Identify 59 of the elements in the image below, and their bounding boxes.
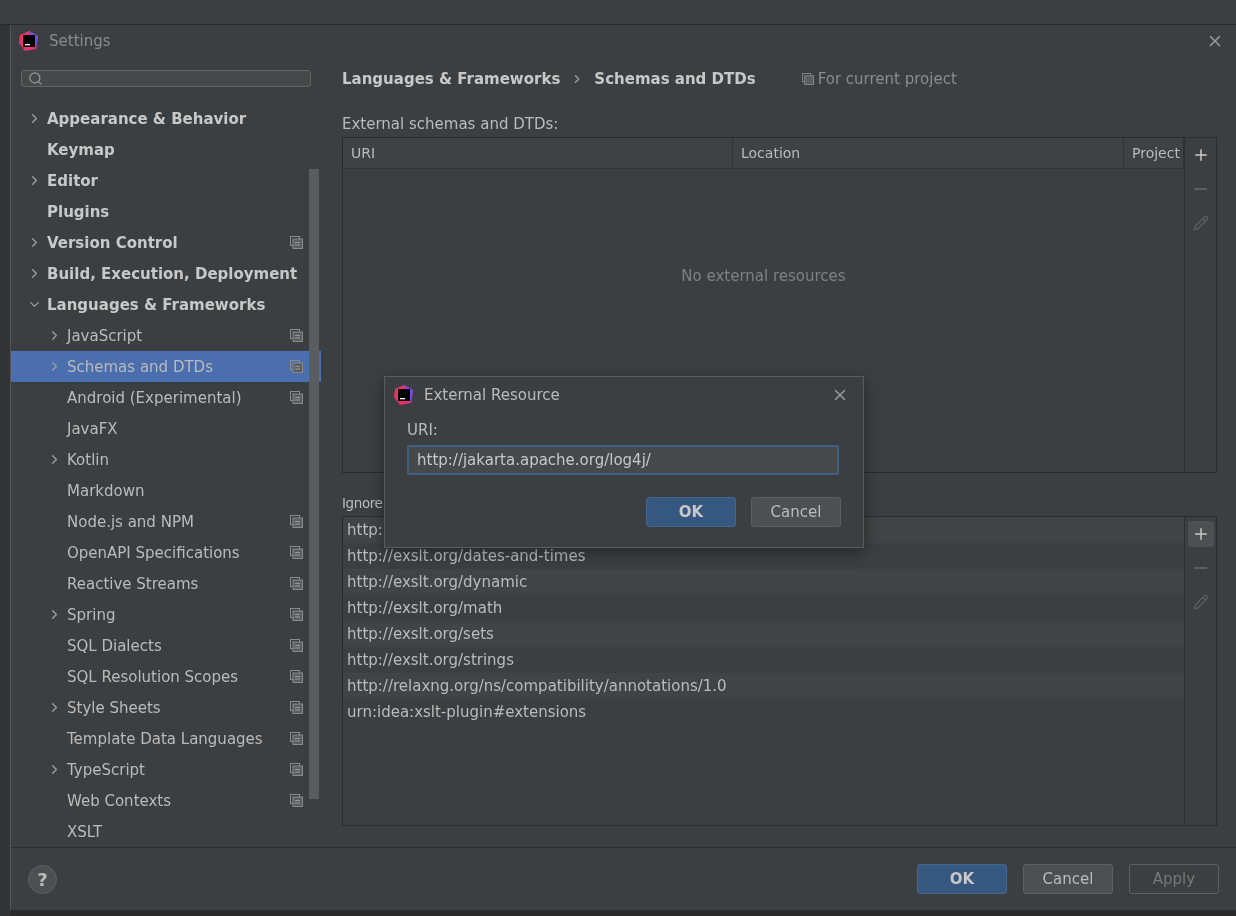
field-label: URI:	[407, 421, 439, 439]
column-header[interactable]: Location	[733, 138, 1124, 168]
sidebar-item[interactable]: Web Contexts	[11, 785, 321, 816]
breadcrumb-item: Schemas and DTDs	[594, 70, 756, 88]
sidebar-item[interactable]: Template Data Languages	[11, 723, 321, 754]
list-item[interactable]: http://exslt.org/sets	[347, 625, 494, 643]
app-logo-icon	[394, 385, 414, 405]
dialog-button[interactable]: Cancel	[1023, 864, 1113, 894]
list-item[interactable]: http://exslt.org/math	[347, 599, 503, 617]
add-button[interactable]	[1187, 521, 1214, 547]
sidebar-item[interactable]: XSLT	[11, 816, 321, 847]
dialog-button[interactable]: OK	[917, 864, 1007, 894]
sidebar-item[interactable]: TypeScript	[11, 754, 321, 785]
sidebar-item[interactable]: JavaFX	[11, 413, 321, 444]
sidebar-item[interactable]: OpenAPI Specifications	[11, 537, 321, 568]
sidebar-item[interactable]: Build, Execution, Deployment	[11, 258, 321, 289]
search-field[interactable]	[21, 70, 311, 87]
sidebar-item[interactable]: JavaScript	[11, 320, 321, 351]
dialog-button[interactable]: Cancel	[751, 497, 841, 527]
sidebar-item[interactable]: Languages & Frameworks	[11, 289, 321, 320]
sidebar-item[interactable]: Node.js and NPM	[11, 506, 321, 537]
window-title: Settings	[49, 32, 111, 50]
minus-icon	[1194, 567, 1207, 569]
list-item[interactable]: http://exslt.org/dates-and-times	[347, 547, 586, 565]
sidebar-item[interactable]: Reactive Streams	[11, 568, 321, 599]
sidebar-item[interactable]: Plugins	[11, 196, 321, 227]
sidebar-item[interactable]: Kotlin	[11, 444, 321, 475]
help-button[interactable]: ?	[28, 864, 57, 894]
list-item[interactable]: http://exslt.org/dynamic	[347, 573, 528, 591]
scrollbar[interactable]	[309, 169, 319, 799]
dialog-button[interactable]: OK	[646, 497, 736, 527]
section-label: Ignore	[342, 495, 383, 510]
sidebar-item[interactable]: Editor	[11, 165, 321, 196]
sidebar-item[interactable]: Appearance & Behavior	[11, 103, 321, 134]
sidebar-item[interactable]: Keymap	[11, 134, 321, 165]
empty-message: No external resources	[681, 266, 846, 285]
uri-input-field[interactable]: http://jakarta.apache.org/log4j/	[407, 445, 839, 475]
dialog-title: External Resource	[424, 386, 560, 404]
pencil-icon	[1192, 594, 1209, 610]
list-item[interactable]: urn:idea:xslt-plugin#extensions	[347, 703, 587, 721]
minus-icon	[1194, 188, 1207, 190]
sidebar-item[interactable]: SQL Resolution Scopes	[11, 661, 321, 692]
list-item[interactable]: http:	[347, 521, 383, 539]
list-item[interactable]: http://exslt.org/strings	[347, 651, 514, 669]
scope-note: For current project	[817, 70, 957, 88]
section-label: External schemas and DTDs:	[342, 115, 559, 135]
sidebar-item[interactable]: Markdown	[11, 475, 321, 506]
sidebar-item[interactable]: Android (Experimental)	[11, 382, 321, 413]
sidebar-item[interactable]: Spring	[11, 599, 321, 630]
project-level-icon	[801, 73, 814, 85]
sidebar-item[interactable]: Version Control	[11, 227, 321, 258]
sidebar-item[interactable]: SQL Dialects	[11, 630, 321, 661]
breadcrumb-item: Languages & Frameworks	[342, 70, 561, 88]
search-icon	[28, 71, 43, 86]
sidebar-item[interactable]: Style Sheets	[11, 692, 321, 723]
app-logo-icon	[19, 31, 39, 51]
pencil-icon	[1192, 215, 1209, 231]
column-header[interactable]: URI	[343, 138, 733, 168]
column-header[interactable]: Project	[1124, 138, 1184, 168]
